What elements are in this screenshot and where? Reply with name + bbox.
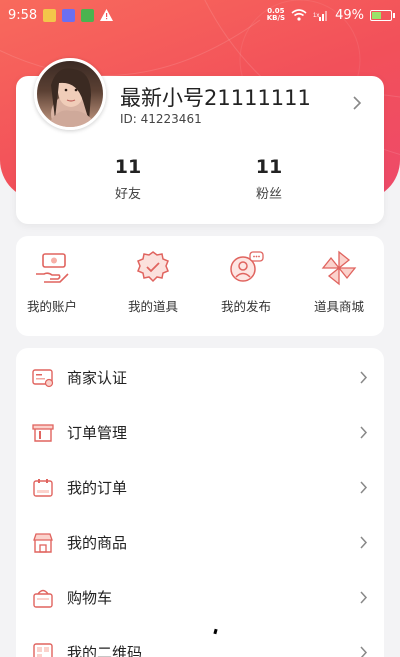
qrcode-icon — [33, 642, 53, 657]
profile-chevron-right-icon[interactable] — [352, 96, 362, 110]
merchant-card-icon — [32, 368, 54, 387]
battery-percent: 49% — [335, 7, 364, 23]
menu-item-my-orders[interactable]: 我的订单 — [16, 460, 384, 515]
stat-fans[interactable]: 11 粉丝 — [219, 156, 319, 202]
menu-item-my-orders-label: 我的订单 — [67, 479, 128, 497]
shortcut-my-account[interactable]: 我的账户 — [12, 248, 92, 315]
chevron-right-icon — [360, 591, 368, 604]
wifi-icon — [291, 9, 307, 21]
badge-icon — [137, 251, 169, 283]
shortcut-my-items-label: 我的道具 — [127, 299, 178, 314]
menu-item-merchant-verification-label: 商家认证 — [67, 369, 128, 387]
cart-icon — [33, 589, 53, 608]
shortcut-my-account-label: 我的账户 — [26, 299, 77, 314]
username: 最新小号21111111 — [120, 86, 311, 110]
menu-item-order-management-label: 订单管理 — [67, 424, 128, 442]
avatar[interactable] — [34, 58, 106, 130]
battery-icon — [370, 9, 395, 21]
svg-text:1x: 1x — [313, 13, 319, 19]
signal-icon: 1x — [313, 11, 328, 21]
order-icon — [33, 478, 53, 497]
warning-icon — [100, 9, 114, 21]
network-speed-unit: KB/S — [266, 14, 286, 22]
chevron-right-icon — [360, 536, 368, 549]
user-id: ID: 41223461 — [120, 112, 202, 126]
shop-icon — [33, 532, 53, 553]
avatar-portrait — [47, 68, 97, 127]
gallery-notification-icon — [43, 8, 57, 22]
menu-item-my-qrcode[interactable]: 我的二维码 — [16, 625, 384, 657]
menu-item-my-products-label: 我的商品 — [67, 534, 128, 552]
menu-item-my-qrcode-label: 我的二维码 — [67, 644, 143, 657]
status-time: 9:58 — [8, 7, 38, 23]
chevron-right-icon — [360, 481, 368, 494]
shortcut-my-items[interactable]: 我的道具 — [113, 248, 193, 315]
pinwheel-icon — [321, 250, 357, 286]
stat-fans-count: 11 — [255, 156, 283, 178]
stat-fans-label: 粉丝 — [255, 187, 282, 202]
stat-friends-label: 好友 — [114, 187, 141, 202]
menu-item-my-products[interactable]: 我的商品 — [16, 515, 384, 570]
stat-friends[interactable]: 11 好友 — [78, 156, 178, 202]
shortcut-my-posts-label: 我的发布 — [220, 299, 271, 314]
shortcut-item-store-label: 道具商城 — [313, 299, 364, 314]
shortcut-item-store[interactable]: 道具商城 — [299, 248, 379, 315]
status-bar: 9:58 0.05 KB/S 1x 49% — [0, 0, 400, 30]
menu-item-shopping-cart-label: 购物车 — [67, 589, 113, 607]
upload-notification-icon — [81, 8, 95, 22]
hand-money-icon — [36, 253, 69, 283]
app-notification-icon — [62, 8, 76, 22]
chevron-right-icon — [360, 426, 368, 439]
network-speed: 0.05 KB/S — [267, 8, 285, 22]
menu-item-merchant-verification[interactable]: 商家认证 — [16, 350, 384, 405]
shortcut-my-posts[interactable]: 我的发布 — [206, 248, 286, 315]
stat-friends-count: 11 — [114, 156, 142, 178]
order-manage-icon — [32, 423, 54, 442]
menu-item-order-management[interactable]: 订单管理 — [16, 405, 384, 460]
chevron-right-icon — [360, 371, 368, 384]
menu-item-shopping-cart[interactable]: 购物车 — [16, 570, 384, 625]
chevron-right-icon — [360, 646, 368, 657]
user-chat-icon — [230, 251, 264, 282]
